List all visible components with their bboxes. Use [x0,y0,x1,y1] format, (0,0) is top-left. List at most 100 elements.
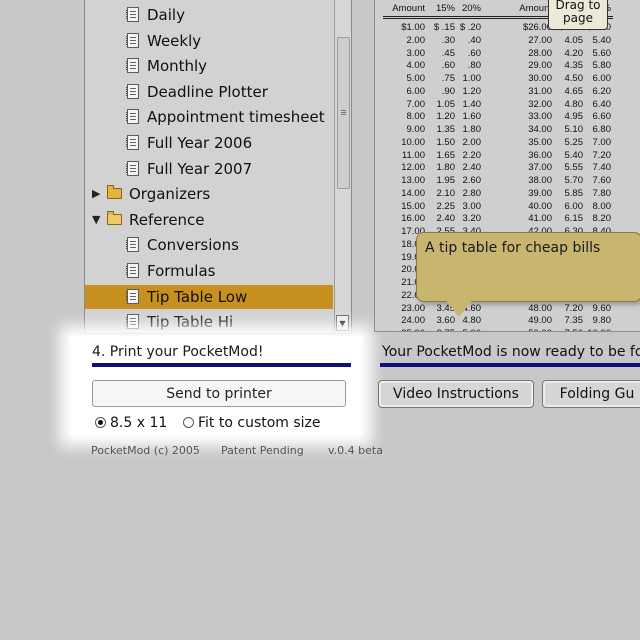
table-cell: 39.00 [528,187,552,199]
table-cell: 6.40 [592,98,612,110]
table-cell: 4.00 [406,60,426,72]
table-cell: 34.00 [528,124,552,135]
tree-item-organizers[interactable]: ▶ Organizers [85,182,333,206]
table-cell: 14.00 [401,187,425,199]
table-cell: .80 [467,60,481,72]
tree-item-monthly[interactable]: Monthly [85,54,333,78]
tree-item-label: Conversions [147,236,239,255]
table-cell: 2.80 [462,187,482,199]
table-cell: .40 [467,34,481,46]
table-cell: 1.80 [462,124,482,135]
table-cell: 6.60 [592,111,612,123]
print-title-underline [92,363,351,367]
expand-arrow-right-icon[interactable]: ▶ [92,182,100,206]
document-icon [126,109,139,125]
table-cell: 10.00 [401,136,425,148]
table-cell: 7.20 [592,149,612,161]
table-cell: 48.00 [528,302,552,314]
folding-guide-button[interactable]: Folding Gu [542,380,640,408]
radio-letter-label: 8.5 x 11 [110,415,168,431]
radio-letter-size[interactable]: 8.5 x 11 [95,414,167,432]
video-instructions-button[interactable]: Video Instructions [378,380,534,408]
tree-item-tip-table-hi[interactable]: Tip Table Hi [85,310,333,333]
table-cell: 2.00 [462,136,482,148]
table-cell: 7.40 [592,162,612,174]
document-icon [126,160,139,176]
table-cell: 6.00 [592,73,612,84]
table-header-cell: Amount [519,3,552,14]
tree-item-label: Deadline Plotter [147,82,268,101]
tooltip-text: A tip table for cheap bills [425,240,601,256]
table-cell: 13.00 [401,175,425,186]
tree-item-weekly[interactable]: Weekly [85,29,333,53]
footer-patent: Patent Pending [221,444,304,457]
table-cell: 8.00 [406,111,426,123]
tree-item-formulas[interactable]: Formulas [85,259,333,283]
tree-scrollbar[interactable]: ▼ [334,0,351,333]
table-cell: 25.00 [391,328,425,331]
table-cell: $ .20 [459,22,481,33]
table-cell: 11.00 [401,149,425,161]
document-icon [126,314,139,330]
tree-item-label: Tip Table Low [147,287,248,306]
table-cell: 2.40 [462,162,482,174]
table-cell: .60 [467,47,481,59]
radio-unchecked-icon[interactable] [183,417,194,428]
document-icon [126,237,139,253]
footer-version: v.0.4 beta [328,444,383,457]
document-icon [126,58,139,74]
table-cell: 15.00 [401,200,425,212]
table-cell: 8.00 [592,200,612,212]
table-cell: 8.20 [592,213,612,225]
table-cell: 27.00 [528,34,552,46]
expand-arrow-down-icon[interactable]: ▼ [92,208,100,232]
table-cell: 3.00 [406,47,426,59]
tree-item-full-year-2006[interactable]: Full Year 2006 [85,131,333,155]
tree-item-deadline-plotter[interactable]: Deadline Plotter [85,80,333,104]
table-cell: 1.00 [462,73,482,84]
tree-item-label: Organizers [129,185,211,204]
document-icon [126,7,139,22]
table-cell: 31.00 [528,85,552,97]
send-to-printer-button[interactable]: Send to printer [92,380,346,407]
table-cell: 28.00 [528,47,552,59]
radio-custom-size[interactable]: Fit to custom size [183,414,321,432]
table-cell: 5.00 [406,73,426,84]
table-cell: 24.00 [401,315,425,327]
tree-item-conversions[interactable]: Conversions [85,233,333,257]
tree-item-label: Tip Table Hi [147,313,234,332]
table-cell: 36.00 [528,149,552,161]
radio-checked-icon[interactable] [95,417,106,428]
table-cell: 37.00 [528,162,552,174]
table-cell: 9.80 [592,315,612,327]
table-cell: 7.60 [592,175,612,186]
ready-status-text: Your PocketMod is now ready to be fo [382,344,640,360]
footer-copyright: PocketMod (c) 2005 [91,444,200,457]
table-cell: 23.00 [401,302,425,314]
table-cell: 32.00 [528,98,552,110]
table-cell: 5.60 [592,47,612,59]
table-cell: 2.00 [406,34,426,46]
tree-item-label: Monthly [147,57,208,76]
document-icon [126,263,139,278]
table-cell: 49.00 [528,315,552,327]
table-cell: 41.00 [528,213,552,225]
tree-item-label: Daily [147,6,185,24]
tree-item-label: Appointment timesheet [147,108,325,127]
table-cell: 30.00 [528,73,552,84]
scrollbar-thumb[interactable] [337,37,350,189]
table-cell: 7.00 [592,136,612,148]
tree-item-label: Weekly [147,31,202,50]
tree-item-reference[interactable]: ▼ Reference [85,208,333,232]
tree-item-tip-table-low[interactable]: Tip Table Low [85,284,333,309]
scroll-down-arrow-icon[interactable]: ▼ [336,315,349,331]
tree-item-full-year-2007[interactable]: Full Year 2007 [85,157,333,181]
document-icon [126,32,139,48]
tree-item-appointment-timesheet[interactable]: Appointment timesheet [85,105,333,129]
tree-item-label: Reference [129,210,205,229]
document-icon [126,288,139,304]
table-cell: $26.00 [522,22,552,33]
tree-item-daily[interactable]: Daily [85,3,333,27]
print-step-title: 4. Print your PocketMod! [92,344,264,360]
table-cell: 2.20 [462,149,482,161]
